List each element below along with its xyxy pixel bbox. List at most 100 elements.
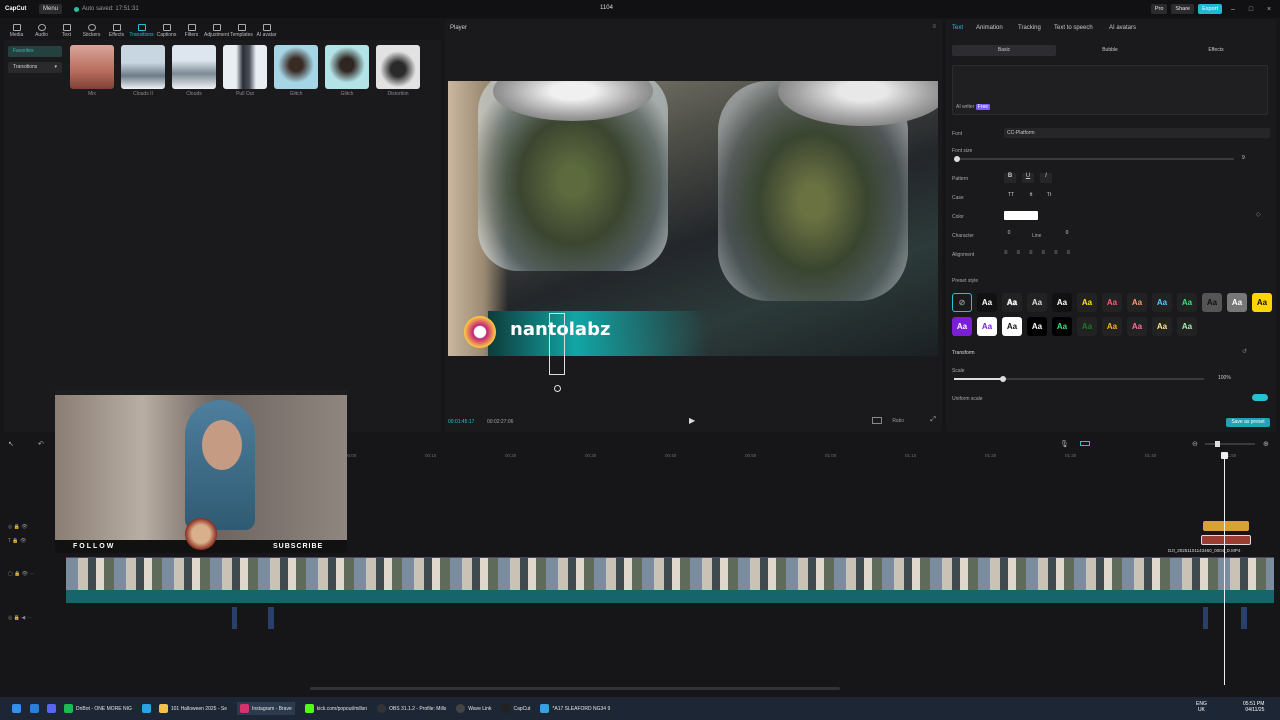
preset-none-icon[interactable]: ⊘ — [952, 293, 972, 312]
preset-style-6[interactable]: Aa — [1102, 293, 1122, 312]
tab-animation[interactable]: Animation — [976, 25, 1003, 31]
tool-templates[interactable]: Templates — [229, 24, 254, 38]
selected-text-clip[interactable] — [1201, 535, 1251, 545]
playhead-handle[interactable] — [1221, 452, 1228, 459]
edge-icon[interactable] — [30, 704, 39, 713]
clock[interactable]: 05:51 PM 04/11/25 — [1243, 701, 1264, 713]
scale-value[interactable]: 100% — [1218, 375, 1231, 381]
zoom-in-icon[interactable]: ⊕ — [1263, 440, 1269, 448]
taskbar-item[interactable]: *A17 SLEAFORD NG34 9 — [540, 704, 610, 713]
sidebar-item-transitions[interactable]: Transitions ▾ — [8, 62, 62, 73]
fullscreen-view-icon[interactable] — [872, 417, 882, 424]
transition-thumb-distortion[interactable] — [376, 45, 420, 89]
transition-thumb-clouds[interactable] — [172, 45, 216, 89]
keyframe-icon[interactable]: ◇ — [1256, 211, 1261, 218]
italic-button[interactable]: I — [1040, 173, 1052, 183]
case-lower-button[interactable]: tt — [1024, 192, 1038, 202]
text-input-area[interactable] — [952, 65, 1268, 115]
undo-icon[interactable]: ↶ — [38, 440, 44, 448]
expand-icon[interactable]: ⤢ — [930, 416, 936, 424]
preset-style-11[interactable]: Aa — [1227, 293, 1247, 312]
close-icon[interactable]: × — [1262, 6, 1276, 13]
zoom-handle[interactable] — [1215, 441, 1220, 447]
transition-thumb-glitch-2[interactable] — [325, 45, 369, 89]
alignment-buttons[interactable]: ≡≡≡≡≡≡ — [1004, 250, 1104, 258]
audio-clip[interactable] — [1203, 607, 1208, 629]
preset-style-2[interactable]: Aa — [1002, 293, 1022, 312]
audio-clip[interactable] — [232, 607, 237, 629]
share-button[interactable]: Share — [1171, 4, 1195, 14]
rotate-handle-icon[interactable] — [554, 385, 561, 392]
subtab-bubble[interactable]: Bubble — [1058, 45, 1162, 56]
tab-tracking[interactable]: Tracking — [1018, 25, 1041, 31]
preset-style-18[interactable]: Aa — [1077, 317, 1097, 336]
text-selection-box[interactable] — [549, 313, 565, 375]
taskbar-item-active[interactable]: Instagram - Brave — [237, 702, 295, 715]
taskbar-item[interactable]: Wave Link — [456, 704, 491, 713]
transition-thumb-glitch[interactable] — [274, 45, 318, 89]
tool-filters[interactable]: Filters — [179, 24, 204, 38]
ratio-button[interactable]: Ratio — [892, 418, 904, 424]
reset-icon[interactable]: ↺ — [1242, 348, 1247, 355]
tool-audio[interactable]: Audio — [29, 24, 54, 38]
preset-style-7[interactable]: Aa — [1127, 293, 1147, 312]
maximize-icon[interactable]: □ — [1244, 6, 1258, 13]
taskbar-item[interactable]: 101 Halloween 2025 - Se — [158, 704, 227, 713]
player-menu-icon[interactable]: ≡ — [932, 24, 936, 30]
preset-style-4[interactable]: Aa — [1052, 293, 1072, 312]
line-spacing-input[interactable]: 0 — [1054, 230, 1080, 239]
transition-thumb-pull-out[interactable] — [223, 45, 267, 89]
font-size-value[interactable]: 9 — [1242, 155, 1245, 161]
preset-style-9[interactable]: Aa — [1177, 293, 1197, 312]
play-icon[interactable]: ▶ — [689, 416, 695, 425]
select-tool-icon[interactable]: ↖ — [8, 440, 14, 448]
language-indicator[interactable]: ENG UK — [1196, 701, 1207, 713]
video-clip[interactable] — [66, 558, 1274, 590]
font-size-slider[interactable] — [954, 158, 1234, 160]
preset-style-17[interactable]: Aa — [1052, 317, 1072, 336]
microphone-icon[interactable]: 🎙 — [1060, 440, 1069, 448]
tab-text[interactable]: Text — [952, 25, 963, 31]
tab-text-to-speech[interactable]: Text to speech — [1054, 25, 1093, 31]
minimize-icon[interactable]: – — [1226, 6, 1240, 13]
preset-style-5[interactable]: Aa — [1077, 293, 1097, 312]
transition-thumb-mix[interactable] — [70, 45, 114, 89]
audio-clip[interactable] — [268, 607, 274, 629]
preset-style-14[interactable]: Aa — [977, 317, 997, 336]
video-preview[interactable]: nantolabz — [448, 81, 938, 356]
uniform-scale-toggle[interactable] — [1252, 394, 1268, 401]
preset-style-13[interactable]: Aa — [952, 317, 972, 336]
timeline-scrollbar[interactable] — [310, 687, 840, 690]
pro-button[interactable]: Pro — [1150, 4, 1168, 14]
track-controls-audio[interactable]: ◎ 🔒 ◀ ⋯ — [8, 615, 32, 621]
transition-thumb-clouds-ii[interactable] — [121, 45, 165, 89]
bold-button[interactable]: B — [1004, 173, 1016, 183]
windows-start-icon[interactable] — [12, 704, 21, 713]
color-swatch[interactable] — [1004, 211, 1038, 220]
time-ruler[interactable]: 00:00 00:10 00:20 00:30 00:40 00:50 01:00 01:10… — [345, 453, 1280, 463]
tool-transitions[interactable]: Transitions — [129, 24, 154, 38]
preset-style-21[interactable]: Aa — [1152, 317, 1172, 336]
taskbar-item[interactable]: OBS 31.1.2 - Profile: Mills — [377, 704, 446, 713]
taskbar-item[interactable]: DnBot - ONE MORE NIG — [64, 704, 132, 713]
tab-ai-avatars[interactable]: AI avatars — [1109, 25, 1136, 31]
ai-writer-button[interactable]: AI writer Free — [956, 104, 991, 110]
preset-style-16[interactable]: Aa — [1027, 317, 1047, 336]
track-controls-video[interactable]: ▢ 🔒 👁 ⋯ — [8, 571, 34, 577]
subtab-basic[interactable]: Basic — [952, 45, 1056, 56]
text-clip[interactable] — [1203, 521, 1249, 531]
tool-ai-avatar[interactable]: AI avatar — [254, 24, 279, 38]
preset-style-22[interactable]: Aa — [1177, 317, 1197, 336]
sidebar-item-favorites[interactable]: Favorites — [8, 46, 62, 57]
subtab-effects[interactable]: Effects — [1164, 45, 1268, 56]
case-upper-button[interactable]: TT — [1004, 192, 1018, 202]
save-as-preset-button[interactable]: Save as preset — [1226, 418, 1270, 427]
tool-effects[interactable]: Effects — [104, 24, 129, 38]
track-controls-text2[interactable]: T 🔒 👁 — [8, 538, 26, 544]
tool-captions[interactable]: Captions — [154, 24, 179, 38]
preset-style-1[interactable]: Aa — [977, 293, 997, 312]
underline-button[interactable]: U — [1022, 173, 1034, 183]
zoom-out-icon[interactable]: ⊖ — [1192, 440, 1198, 448]
playhead[interactable] — [1224, 455, 1225, 685]
font-size-handle[interactable] — [954, 156, 960, 162]
